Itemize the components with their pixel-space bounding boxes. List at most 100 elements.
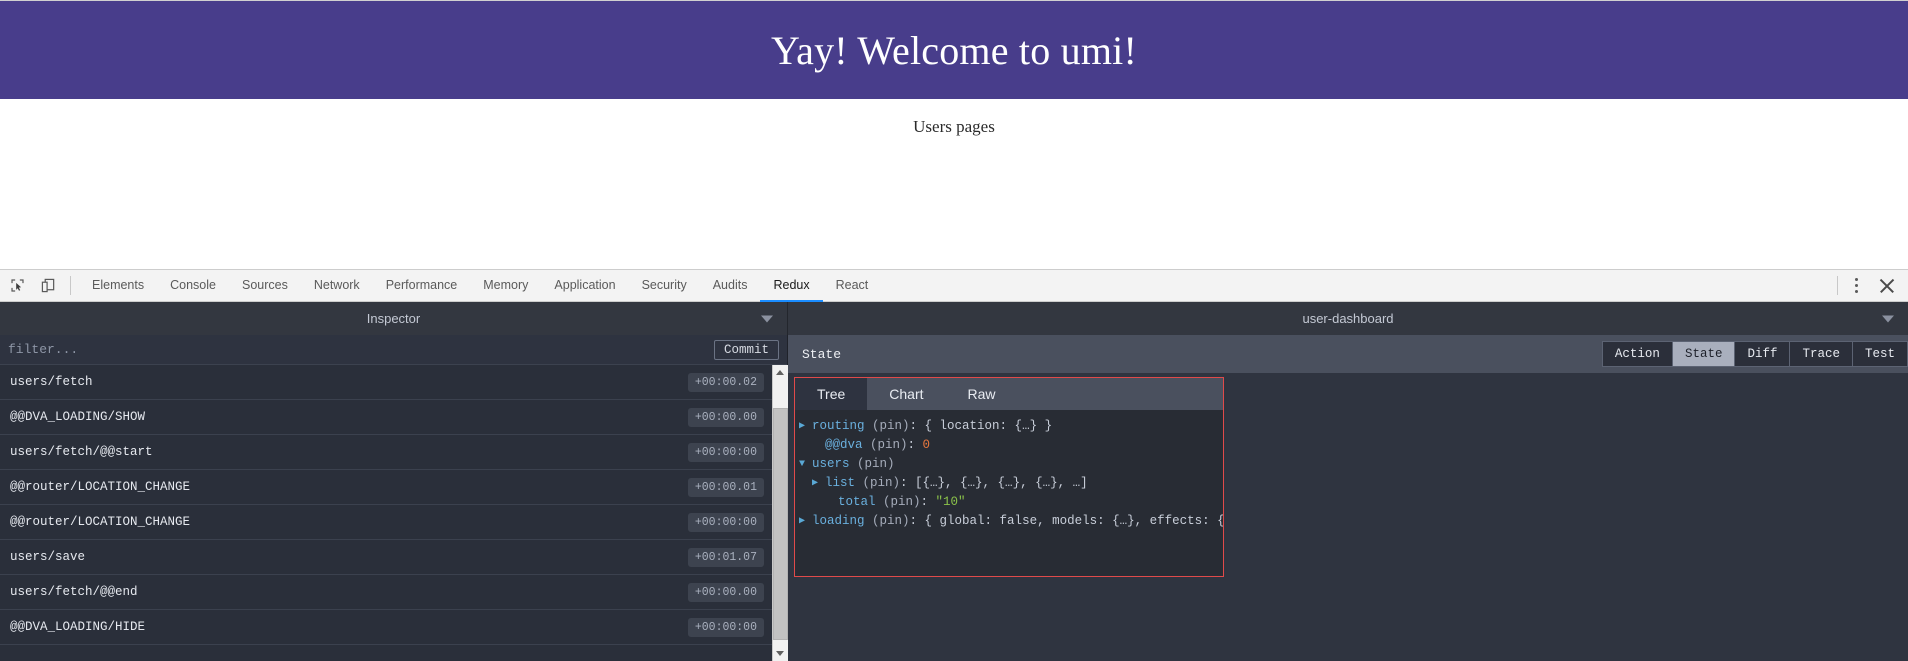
redux-selectors-row: Inspector user-dashboard: [0, 302, 1908, 335]
action-list-pane: Commit users/fetch +00:00.02 @@DVA_LOADI…: [0, 335, 788, 661]
scroll-up-arrow-icon[interactable]: [772, 365, 788, 380]
chevron-down-icon: [761, 315, 773, 322]
tree-node[interactable]: ▶ loading (pin): { global: false, models…: [799, 512, 1223, 531]
action-row[interactable]: @@DVA_LOADING/HIDE +00:00:00: [0, 610, 772, 645]
expand-arrow-icon[interactable]: ▶: [812, 474, 825, 493]
action-name: users/save: [10, 550, 86, 564]
expand-arrow-icon[interactable]: ▶: [799, 417, 812, 436]
instance-selector[interactable]: user-dashboard: [788, 302, 1908, 335]
tree-node[interactable]: ▼ users (pin): [799, 455, 1223, 474]
scroll-down-arrow-icon[interactable]: [772, 646, 788, 661]
action-name: users/fetch/@@start: [10, 445, 153, 459]
mode-button-state[interactable]: State: [1671, 341, 1735, 367]
mode-button-trace[interactable]: Trace: [1789, 341, 1852, 367]
tree-node[interactable]: total (pin): "10": [799, 493, 1223, 512]
toolbar-divider-right: [1837, 276, 1838, 295]
action-row[interactable]: @@router/LOCATION_CHANGE +00:00.01: [0, 470, 772, 505]
tree-node-key: routing: [812, 419, 865, 433]
devtools-toolbar-right: [1833, 275, 1908, 297]
tree-node-pin: (pin): [862, 438, 908, 452]
device-toolbar-icon[interactable]: [35, 272, 62, 299]
tab-audits[interactable]: Audits: [700, 269, 761, 302]
tab-performance[interactable]: Performance: [373, 269, 471, 302]
scrollbar-thumb[interactable]: [772, 408, 788, 640]
tab-redux[interactable]: Redux: [760, 269, 823, 302]
action-timestamp: +00:00.01: [687, 477, 764, 497]
action-name: @@router/LOCATION_CHANGE: [10, 480, 191, 494]
tab-elements[interactable]: Elements: [79, 269, 157, 302]
tree-node-key: total: [838, 495, 876, 509]
state-tree: ▶ routing (pin): { location: {…} } @@dva…: [795, 410, 1223, 576]
tree-node-sep: :: [900, 476, 916, 490]
umi-app-viewport: Yay! Welcome to umi! Users pages: [0, 0, 1908, 269]
mode-button-action[interactable]: Action: [1601, 341, 1672, 367]
state-inspector-region: Tree Chart Raw ▶ routing (pin): { locati…: [794, 377, 1224, 577]
redux-body: Commit users/fetch +00:00.02 @@DVA_LOADI…: [0, 335, 1908, 661]
state-pane-title: State: [802, 346, 842, 362]
tree-node-sep: :: [907, 438, 923, 452]
tree-node-preview: [{…}, {…}, {…}, {…}, …]: [915, 476, 1088, 490]
tree-node-key: users: [812, 457, 850, 471]
action-list-scrollbar[interactable]: [772, 365, 788, 661]
mode-button-test[interactable]: Test: [1851, 341, 1908, 367]
action-row[interactable]: users/fetch/@@end +00:00.00: [0, 575, 772, 610]
action-row[interactable]: users/save +00:01.07: [0, 540, 772, 575]
filter-row: Commit: [0, 335, 787, 365]
monitor-selector-label: Inspector: [366, 311, 421, 326]
action-timestamp: +00:00:00: [687, 617, 764, 637]
state-view-tabs: Tree Chart Raw: [795, 378, 1223, 410]
expand-arrow-icon[interactable]: ▶: [799, 512, 812, 531]
scrollbar-track[interactable]: [772, 380, 788, 646]
action-row[interactable]: @@router/LOCATION_CHANGE +00:00:00: [0, 505, 772, 540]
tree-node-preview: "10": [935, 495, 966, 509]
tab-application[interactable]: Application: [541, 269, 628, 302]
umi-banner: Yay! Welcome to umi!: [0, 0, 1908, 99]
action-name: @@DVA_LOADING/HIDE: [10, 620, 146, 634]
tree-node-sep: :: [920, 495, 936, 509]
tree-node-pin: (pin): [875, 495, 921, 509]
tree-node-preview: { global: false, models: {…}, effects: {…: [924, 514, 1223, 528]
tree-node-pin: (pin): [864, 419, 910, 433]
tree-node-pin: (pin): [849, 457, 895, 471]
tree-node[interactable]: @@dva (pin): 0: [799, 436, 1223, 455]
tab-react[interactable]: React: [823, 269, 882, 302]
action-timestamp: +00:00:00: [687, 512, 764, 532]
tab-memory[interactable]: Memory: [470, 269, 541, 302]
state-pane-header: State Action State Diff Trace Test: [788, 335, 1908, 373]
tree-node-pin: (pin): [864, 514, 910, 528]
tab-sources[interactable]: Sources: [229, 269, 301, 302]
action-timestamp: +00:00:00: [687, 442, 764, 462]
tab-network[interactable]: Network: [301, 269, 373, 302]
page-subtitle: Users pages: [913, 117, 995, 136]
tab-tree[interactable]: Tree: [795, 378, 868, 410]
tab-security[interactable]: Security: [629, 269, 700, 302]
action-row[interactable]: users/fetch +00:00.02: [0, 365, 772, 400]
filter-input[interactable]: [8, 342, 714, 357]
tree-node-preview: 0: [922, 438, 931, 452]
mode-button-diff[interactable]: Diff: [1734, 341, 1790, 367]
collapse-arrow-icon[interactable]: ▼: [799, 455, 812, 474]
tree-node-key: list: [825, 476, 856, 490]
tab-chart[interactable]: Chart: [867, 378, 945, 410]
tree-node[interactable]: ▶ list (pin): [{…}, {…}, {…}, {…}, …]: [799, 474, 1223, 493]
action-name: @@DVA_LOADING/SHOW: [10, 410, 146, 424]
redux-devtools-panel: Inspector user-dashboard Commit users/fe…: [0, 302, 1908, 661]
commit-button[interactable]: Commit: [713, 339, 779, 360]
tree-node-pin: (pin): [855, 476, 901, 490]
chevron-down-icon: [1882, 315, 1894, 322]
tab-console[interactable]: Console: [157, 269, 229, 302]
action-timestamp: +00:01.07: [687, 547, 764, 567]
action-timestamp: +00:00.00: [687, 407, 764, 427]
toolbar-divider: [70, 276, 71, 295]
actions-scroll-area: users/fetch +00:00.02 @@DVA_LOADING/SHOW…: [0, 365, 788, 661]
state-pane: State Action State Diff Trace Test Tree …: [788, 335, 1908, 661]
close-icon[interactable]: [1876, 275, 1898, 297]
tab-raw[interactable]: Raw: [946, 378, 1018, 410]
devtools-toolbar: Elements Console Sources Network Perform…: [0, 269, 1908, 302]
tree-node[interactable]: ▶ routing (pin): { location: {…} }: [799, 417, 1223, 436]
action-row[interactable]: users/fetch/@@start +00:00:00: [0, 435, 772, 470]
monitor-selector[interactable]: Inspector: [0, 302, 788, 335]
action-row[interactable]: @@DVA_LOADING/SHOW +00:00.00: [0, 400, 772, 435]
more-options-icon[interactable]: [1848, 276, 1864, 296]
inspect-element-icon[interactable]: [4, 272, 31, 299]
